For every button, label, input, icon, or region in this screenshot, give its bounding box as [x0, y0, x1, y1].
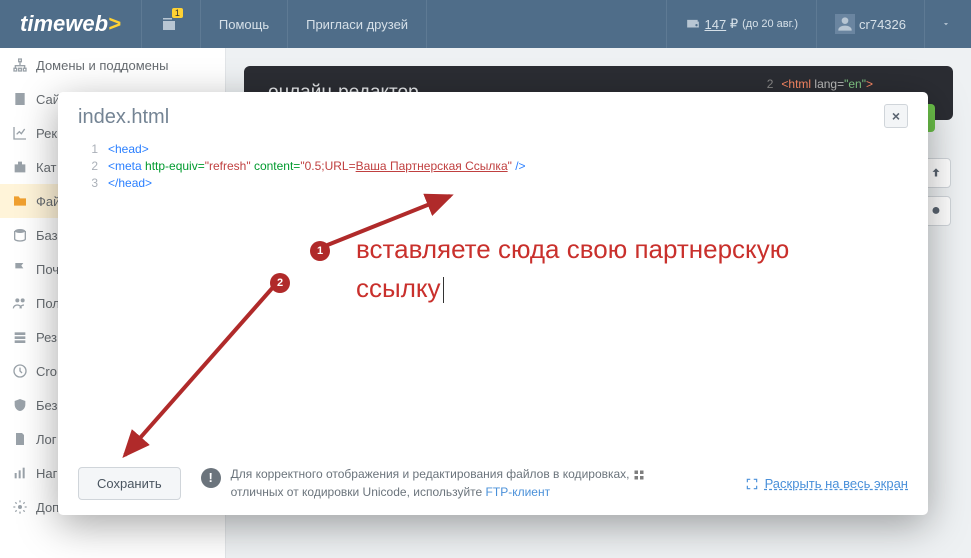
annotation-marker-2: 2 — [270, 273, 290, 293]
folder-icon — [12, 193, 28, 209]
annotation-marker-1: 1 — [310, 241, 330, 261]
dropdown-toggle[interactable] — [925, 0, 971, 48]
balance-amount: 147 — [705, 17, 727, 32]
nav-invite[interactable]: Пригласи друзей — [288, 0, 426, 48]
logo: timeweb> — [0, 11, 141, 37]
document-icon — [12, 431, 28, 447]
chart-icon — [12, 125, 28, 141]
shield-icon — [12, 397, 28, 413]
nav-help[interactable]: Помощь — [201, 0, 287, 48]
fullscreen-icon — [745, 477, 759, 491]
stack-icon — [12, 329, 28, 345]
bars-icon — [12, 465, 28, 481]
clock-icon — [12, 363, 28, 379]
arrow-up-icon — [929, 166, 943, 180]
sitemap-icon — [12, 57, 28, 73]
balance-note: (до 20 авг.) — [742, 18, 798, 30]
modal-title: index.html — [78, 106, 169, 129]
users-icon — [12, 295, 28, 311]
annotation-arrow-1 — [320, 188, 470, 258]
nav-inbox[interactable]: 1 — [142, 0, 200, 48]
code-editor[interactable]: 1<head> 2<meta http-equiv="refresh" cont… — [58, 137, 928, 191]
ftp-client-link[interactable]: FTP-клиент — [486, 485, 551, 499]
annotation-arrow-2 — [110, 280, 290, 470]
avatar-icon — [835, 14, 855, 34]
info-icon: ! — [201, 468, 221, 488]
modal-header: index.html × — [58, 92, 928, 137]
fullscreen-link[interactable]: Раскрыть на весь экран — [745, 476, 908, 491]
database-icon — [12, 227, 28, 243]
encoding-info: ! Для корректного отображения и редактир… — [201, 466, 645, 501]
wallet-icon — [685, 17, 701, 31]
save-button[interactable]: Сохранить — [78, 467, 181, 500]
gear-icon — [12, 499, 28, 515]
username: cr74326 — [859, 17, 906, 32]
close-button[interactable]: × — [884, 104, 908, 128]
balance-widget[interactable]: 147 ₽ (до 20 авг.) — [667, 0, 817, 48]
encoding-icon — [633, 469, 645, 481]
chevron-down-icon — [941, 19, 951, 29]
notification-badge: 1 — [172, 8, 183, 18]
close-icon: × — [892, 108, 900, 124]
top-header: timeweb> 1 Помощь Пригласи друзей 147 ₽ … — [0, 0, 971, 48]
page-icon — [12, 91, 28, 107]
sidebar-item-domains[interactable]: Домены и поддомены — [0, 48, 225, 82]
user-menu[interactable]: cr74326 — [817, 0, 924, 48]
briefcase-icon — [12, 159, 28, 175]
flag-icon — [12, 261, 28, 277]
